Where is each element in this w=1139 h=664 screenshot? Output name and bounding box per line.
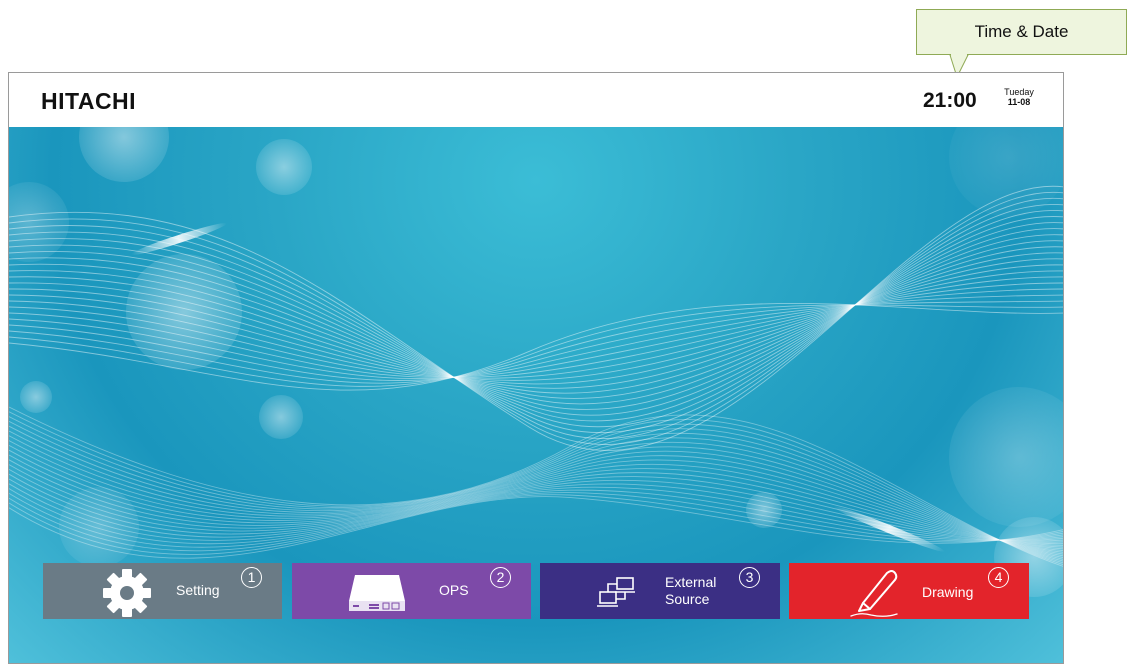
tile-number-1: 1 — [241, 567, 262, 588]
ops-device-icon — [349, 575, 405, 611]
top-bar: HITACHI 21:00 Tueday 11-08 — [9, 73, 1063, 127]
pen-icon — [850, 570, 898, 617]
external-label-line2: Source — [665, 591, 710, 607]
date-label: 11-08 — [1007, 97, 1031, 107]
ops-tile[interactable]: OPS 2 — [292, 563, 531, 619]
drawing-label: Drawing — [922, 584, 974, 600]
external-source-label: External Source — [665, 574, 716, 608]
external-source-tile[interactable]: External Source 3 — [540, 563, 780, 619]
external-label-line1: External — [665, 574, 717, 590]
setting-label: Setting — [176, 582, 220, 598]
callout-label: Time & Date — [974, 22, 1069, 41]
brand-logo: HITACHI — [41, 88, 137, 114]
tile-number-2: 2 — [490, 567, 511, 588]
external-source-icon — [597, 577, 635, 607]
setting-tile[interactable]: Setting 1 — [43, 563, 282, 619]
clock-date: Tueday 11-08 — [999, 87, 1039, 107]
time-date-callout: Time & Date — [916, 9, 1127, 55]
day-label: Tueday — [1004, 87, 1034, 97]
ops-label: OPS — [439, 582, 469, 598]
tile-number-3: 3 — [739, 567, 760, 588]
clock-time: 21:00 — [923, 89, 977, 112]
gear-icon — [103, 569, 151, 617]
drawing-tile[interactable]: Drawing 4 — [789, 563, 1029, 619]
tile-number-4: 4 — [988, 567, 1009, 588]
display-screen: HITACHI 21:00 Tueday 11-08 Setting 1 OPS… — [8, 72, 1064, 664]
